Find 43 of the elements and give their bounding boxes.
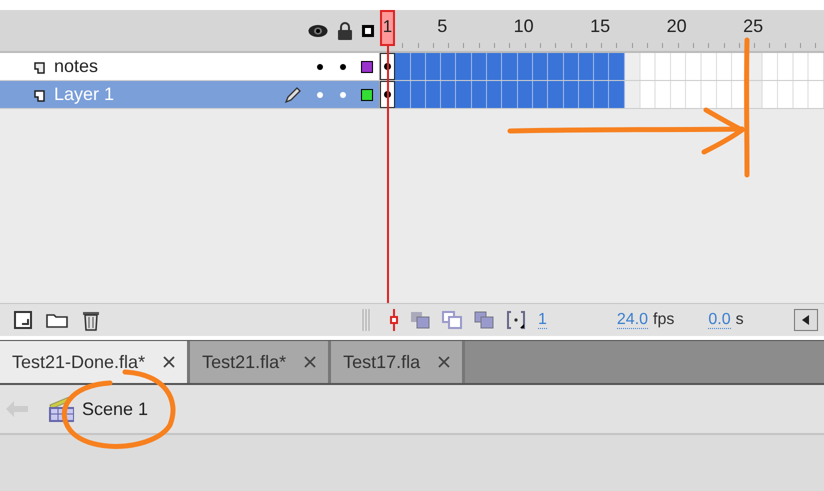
onion-markers-icon[interactable]: [506, 310, 526, 330]
scroll-left-button[interactable]: [794, 309, 818, 331]
onion-skin-icon[interactable]: [410, 311, 430, 329]
visibility-dot[interactable]: [317, 92, 323, 98]
lock-dot[interactable]: [340, 92, 346, 98]
new-layer-icon[interactable]: [14, 311, 32, 329]
fps-label: fps: [653, 311, 674, 329]
close-icon[interactable]: [304, 356, 316, 368]
visibility-dot[interactable]: [317, 64, 323, 70]
lock-icon[interactable]: [337, 22, 353, 40]
document-tab[interactable]: Test21.fla*: [190, 341, 332, 383]
trash-icon[interactable]: [82, 309, 100, 331]
scene-name[interactable]: Scene 1: [82, 398, 148, 420]
frame-number: 10: [514, 16, 534, 37]
document-tab[interactable]: Test17.fla: [331, 341, 466, 383]
current-frame-link[interactable]: 1: [538, 312, 547, 328]
outline-icon[interactable]: [362, 24, 374, 36]
close-icon[interactable]: [438, 356, 450, 368]
frame-number: 25: [743, 16, 764, 37]
onion-outline-icon[interactable]: [442, 311, 462, 329]
eye-icon[interactable]: [308, 24, 328, 38]
layer-icon: [34, 60, 48, 74]
frame-number: 5: [437, 16, 448, 37]
clapperboard-icon: [48, 396, 74, 422]
playhead-marker-icon: [390, 309, 398, 331]
frame-rate-link[interactable]: 24.0: [616, 312, 648, 329]
resize-grip-icon[interactable]: [362, 309, 372, 331]
lock-dot[interactable]: [340, 64, 346, 70]
document-tab[interactable]: Test21-Done.fla*: [0, 341, 190, 383]
frame-number: 15: [590, 16, 610, 37]
layer-icon: [34, 88, 48, 102]
elapsed-time-link[interactable]: 0.0: [708, 312, 731, 329]
folder-icon[interactable]: [46, 312, 68, 328]
outline-color-swatch[interactable]: [361, 88, 373, 100]
playhead-frame-label[interactable]: 1: [380, 10, 395, 46]
outline-color-swatch[interactable]: [361, 60, 373, 72]
layer-name: Layer 1: [54, 84, 114, 105]
edit-multiple-frames-icon[interactable]: [474, 311, 494, 329]
layer-name: notes: [54, 56, 98, 77]
left-triangle-icon: [802, 315, 810, 325]
seconds-label: s: [736, 311, 744, 329]
close-icon[interactable]: [163, 356, 176, 368]
frame-number: 20: [666, 16, 687, 37]
